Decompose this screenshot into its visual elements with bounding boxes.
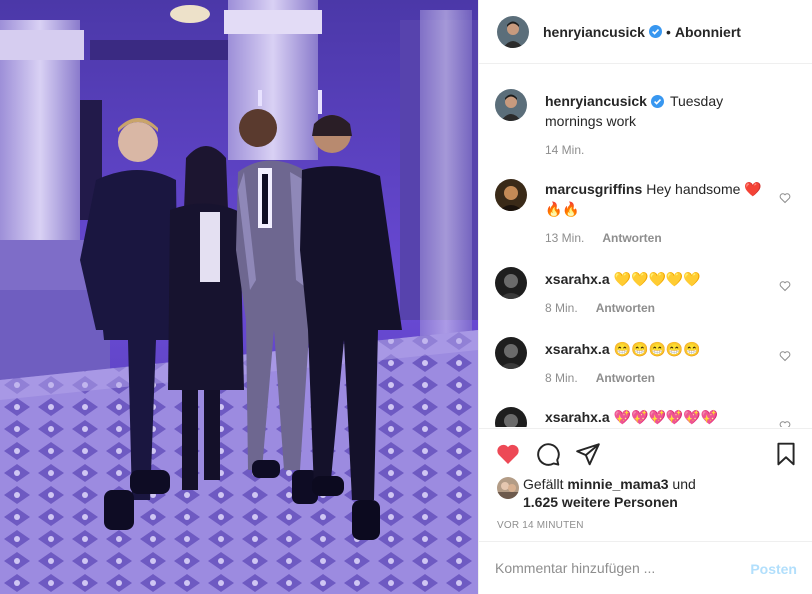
comment-username[interactable]: marcusgriffins (545, 181, 642, 197)
post-actions: Gefällt minnie_mama3 und 1.625 weitere P… (479, 428, 812, 531)
commenter-avatar[interactable] (495, 267, 527, 299)
comment-text: marcusgriffins Hey handsome ❤️ 🔥🔥 (545, 179, 775, 219)
comment-like-heart-icon[interactable] (779, 191, 791, 204)
caption-age: 14 Min. (545, 143, 585, 157)
likes-others[interactable]: 1.625 weitere Personen (523, 494, 678, 510)
comment-body: 💛💛💛💛💛 (613, 271, 701, 287)
liker-avatar[interactable] (497, 477, 519, 499)
comment-body: 💖💖💖💖💖💖 (613, 409, 719, 425)
comment-composer: Posten (479, 541, 812, 594)
comment-meta: 13 Min. Antworten (545, 231, 662, 245)
speech-bubble-icon[interactable] (535, 441, 561, 467)
author-avatar[interactable] (497, 15, 529, 48)
likes-text: Gefällt minnie_mama3 und 1.625 weitere P… (523, 475, 793, 511)
instagram-post-view: henryiancusick • Abonniert henryiancusic… (0, 0, 812, 594)
comment-username[interactable]: xsarahx.a (545, 341, 610, 357)
post-comment-button[interactable]: Posten (750, 561, 797, 577)
comment-like-heart-icon[interactable] (779, 419, 791, 427)
comment-text: xsarahx.a 😁😁😁😁😁 (545, 339, 775, 359)
heart-icon[interactable] (495, 441, 521, 467)
comment-age: 13 Min. (545, 231, 585, 245)
comment-meta: 8 Min. Antworten (545, 301, 655, 315)
comment-username[interactable]: xsarahx.a (545, 271, 610, 287)
post-timestamp[interactable]: VOR 14 MINUTEN (497, 520, 584, 531)
likes-joiner: und (672, 476, 696, 492)
caption-text: henryiancusick Tuesday mornings work (545, 91, 775, 131)
reply-button[interactable]: Antworten (596, 301, 655, 315)
bookmark-icon[interactable] (773, 441, 799, 467)
likes-first-user[interactable]: minnie_mama3 (567, 476, 668, 492)
commenter-avatar[interactable] (495, 179, 527, 211)
verified-badge-icon (648, 25, 662, 38)
verified-badge-icon (650, 95, 664, 108)
author-avatar[interactable] (495, 89, 527, 121)
comments-list[interactable]: henryiancusick Tuesday mornings work 14 M… (479, 65, 812, 427)
reply-button[interactable]: Antworten (596, 371, 655, 385)
comment-age: 8 Min. (545, 301, 578, 315)
reply-button[interactable]: Antworten (602, 231, 661, 245)
group-photo-illustration (0, 0, 478, 594)
comment-username[interactable]: xsarahx.a (545, 409, 610, 425)
header-separator: • (665, 23, 671, 40)
comment-text: xsarahx.a 💖💖💖💖💖💖 (545, 407, 775, 427)
likes-prefix: Gefällt (523, 476, 564, 492)
comment-text: xsarahx.a 💛💛💛💛💛 (545, 269, 775, 289)
comment-like-heart-icon[interactable] (779, 279, 791, 292)
commenter-avatar[interactable] (495, 337, 527, 369)
comment-age: 8 Min. (545, 371, 578, 385)
commenter-avatar[interactable] (495, 407, 527, 427)
post-header: henryiancusick • Abonniert (479, 0, 812, 64)
post-side-panel: henryiancusick • Abonniert henryiancusic… (478, 0, 812, 594)
comment-body: 😁😁😁😁😁 (613, 341, 701, 357)
comment-input[interactable] (495, 556, 735, 580)
author-username[interactable]: henryiancusick (543, 24, 645, 40)
follow-button[interactable]: Abonniert (675, 24, 741, 40)
comment-meta: 8 Min. Antworten (545, 371, 655, 385)
comment-like-heart-icon[interactable] (779, 349, 791, 362)
post-photo[interactable] (0, 0, 478, 594)
paper-plane-icon[interactable] (575, 441, 601, 467)
caption-username[interactable]: henryiancusick (545, 93, 647, 109)
